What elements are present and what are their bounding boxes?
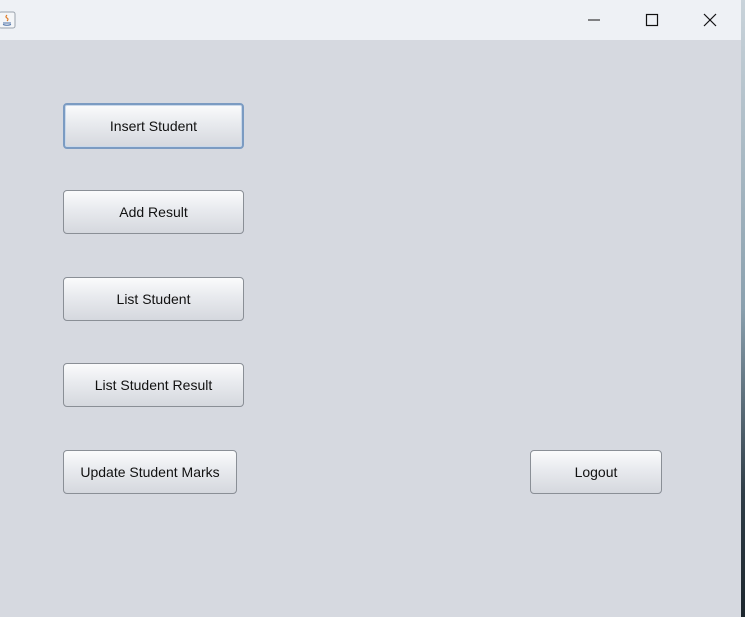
list-student-result-button[interactable]: List Student Result bbox=[63, 363, 244, 407]
app-window: Insert Student Add Result List Student L… bbox=[0, 0, 742, 617]
list-student-button[interactable]: List Student bbox=[63, 277, 244, 321]
title-bar[interactable] bbox=[0, 0, 741, 40]
maximize-icon bbox=[645, 13, 659, 27]
close-button[interactable] bbox=[681, 0, 739, 40]
close-icon bbox=[703, 13, 717, 27]
logout-button[interactable]: Logout bbox=[530, 450, 662, 494]
minimize-icon bbox=[588, 19, 600, 21]
minimize-button[interactable] bbox=[565, 0, 623, 40]
maximize-button[interactable] bbox=[623, 0, 681, 40]
desktop-background-edge bbox=[741, 0, 745, 617]
insert-student-button[interactable]: Insert Student bbox=[63, 103, 244, 149]
add-result-button[interactable]: Add Result bbox=[63, 190, 244, 234]
java-app-icon[interactable] bbox=[0, 11, 16, 29]
update-student-marks-button[interactable]: Update Student Marks bbox=[63, 450, 237, 494]
main-panel: Insert Student Add Result List Student L… bbox=[0, 40, 741, 617]
